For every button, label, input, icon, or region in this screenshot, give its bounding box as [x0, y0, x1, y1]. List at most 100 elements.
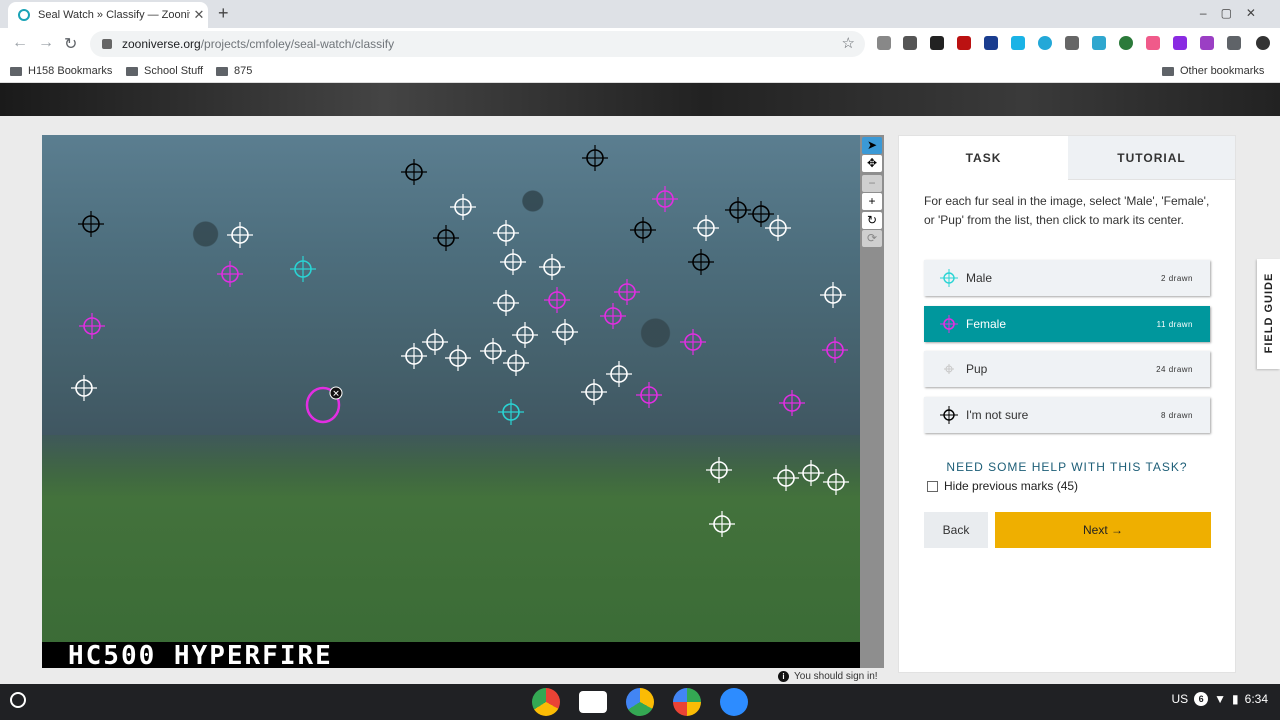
- hide-previous-marks[interactable]: Hide previous marks (45): [927, 479, 1078, 493]
- female-mark[interactable]: [778, 389, 806, 417]
- new-tab-button[interactable]: +: [218, 3, 229, 24]
- delete-mark-icon[interactable]: ✕: [332, 390, 340, 400]
- tab-tutorial[interactable]: TUTORIAL: [1068, 136, 1235, 180]
- extension-icon[interactable]: [1092, 36, 1106, 50]
- female-mark[interactable]: [821, 336, 849, 364]
- marks-layer[interactable]: ✕: [42, 135, 860, 668]
- extension-icon[interactable]: [1173, 36, 1187, 50]
- pup-mark[interactable]: [511, 321, 539, 349]
- address-bar[interactable]: zooniverse.org/projects/cmfoley/seal-wat…: [90, 31, 865, 57]
- selected-female-mark[interactable]: ✕: [305, 386, 343, 424]
- hide-marks-checkbox[interactable]: [927, 480, 938, 492]
- option-not-sure[interactable]: I'm not sure 8 drawn: [924, 397, 1210, 433]
- status-tray[interactable]: US 6 ▼ ▮ 6:34: [1171, 692, 1268, 706]
- female-mark[interactable]: [599, 302, 627, 330]
- tab-task[interactable]: TASK: [899, 136, 1068, 179]
- extension-icon[interactable]: [877, 36, 891, 50]
- female-mark[interactable]: [78, 312, 106, 340]
- pup-mark[interactable]: [764, 214, 792, 242]
- other-bookmarks[interactable]: Other bookmarks: [1162, 65, 1264, 77]
- pup-mark[interactable]: [70, 374, 98, 402]
- pup-mark[interactable]: [580, 378, 608, 406]
- zoom-icon[interactable]: [720, 688, 748, 716]
- extension-icon[interactable]: [1119, 36, 1133, 50]
- pup-mark[interactable]: [692, 214, 720, 242]
- pup-mark[interactable]: [705, 456, 733, 484]
- bookmark-star-icon[interactable]: ☆: [842, 34, 855, 52]
- option-pup[interactable]: Pup 24 drawn: [924, 351, 1210, 387]
- unsure-mark[interactable]: [400, 158, 428, 186]
- extension-icon[interactable]: [1038, 36, 1052, 50]
- window-controls[interactable]: –▢✕: [1200, 6, 1270, 20]
- female-mark[interactable]: [651, 185, 679, 213]
- drive-icon[interactable]: [626, 688, 654, 716]
- pup-mark[interactable]: [822, 468, 850, 496]
- extension-icon[interactable]: [930, 36, 944, 50]
- field-guide-tab[interactable]: FIELD GUIDE: [1257, 259, 1280, 369]
- pup-mark[interactable]: [605, 360, 633, 388]
- unsure-mark[interactable]: [747, 200, 775, 228]
- pup-mark[interactable]: [502, 349, 530, 377]
- pup-mark[interactable]: [400, 342, 428, 370]
- pup-mark[interactable]: [772, 464, 800, 492]
- option-male[interactable]: Male 2 drawn: [924, 260, 1210, 296]
- pup-mark[interactable]: [479, 337, 507, 365]
- option-female[interactable]: Female 11 drawn: [924, 306, 1210, 342]
- extension-icon[interactable]: [957, 36, 971, 50]
- pup-mark[interactable]: [551, 318, 579, 346]
- extension-icon[interactable]: [1065, 36, 1079, 50]
- forward-arrow-icon[interactable]: →: [38, 34, 54, 52]
- bookmark-875[interactable]: 875: [216, 65, 252, 77]
- pup-mark[interactable]: [708, 510, 736, 538]
- back-arrow-icon[interactable]: ←: [12, 34, 28, 52]
- zoom-in-icon[interactable]: +: [862, 193, 882, 210]
- zoom-out-icon[interactable]: −: [862, 175, 882, 192]
- puzzle-icon[interactable]: [1227, 36, 1241, 50]
- unsure-mark[interactable]: [432, 224, 460, 252]
- help-link[interactable]: NEED SOME HELP WITH THIS TASK?: [924, 460, 1210, 474]
- unsure-mark[interactable]: [724, 196, 752, 224]
- pup-mark[interactable]: [226, 221, 254, 249]
- close-tab-icon[interactable]: ✕: [190, 7, 208, 23]
- bookmark-school-stuff[interactable]: School Stuff: [126, 65, 203, 77]
- female-mark[interactable]: [635, 381, 663, 409]
- female-mark[interactable]: [216, 260, 244, 288]
- back-button[interactable]: Back: [924, 512, 988, 548]
- extension-icon[interactable]: [1200, 36, 1214, 50]
- extension-icon[interactable]: [984, 36, 998, 50]
- unsure-mark[interactable]: [77, 210, 105, 238]
- subject-image[interactable]: ✕ HC500 HYPERFIRE: [42, 135, 860, 668]
- profile-avatar[interactable]: [1256, 36, 1270, 50]
- pup-mark[interactable]: [499, 248, 527, 276]
- launcher-icon[interactable]: [10, 692, 26, 708]
- bookmark-h158[interactable]: H158 Bookmarks: [10, 65, 112, 77]
- unsure-mark[interactable]: [581, 144, 609, 172]
- extension-icon[interactable]: [1146, 36, 1160, 50]
- chrome-icon[interactable]: [532, 688, 560, 716]
- female-mark[interactable]: [543, 286, 571, 314]
- pup-mark[interactable]: [492, 289, 520, 317]
- pup-mark[interactable]: [444, 344, 472, 372]
- male-mark[interactable]: [497, 398, 525, 426]
- pup-mark[interactable]: [492, 219, 520, 247]
- unsure-mark[interactable]: [629, 216, 657, 244]
- reset-icon[interactable]: ⟳: [862, 230, 882, 247]
- gmail-icon[interactable]: [579, 691, 607, 713]
- female-mark[interactable]: [613, 278, 641, 306]
- pup-mark[interactable]: [538, 253, 566, 281]
- rotate-icon[interactable]: ↻: [862, 212, 882, 229]
- unsure-mark[interactable]: [687, 248, 715, 276]
- pup-mark[interactable]: [421, 328, 449, 356]
- play-store-icon[interactable]: [673, 688, 701, 716]
- pup-mark[interactable]: [797, 459, 825, 487]
- extension-icon[interactable]: [1011, 36, 1025, 50]
- pup-mark[interactable]: [819, 281, 847, 309]
- next-button[interactable]: Next →: [995, 512, 1211, 548]
- pup-mark[interactable]: [449, 193, 477, 221]
- male-mark[interactable]: [289, 255, 317, 283]
- extension-icon[interactable]: [903, 36, 917, 50]
- pointer-tool-icon[interactable]: ➤: [862, 137, 882, 154]
- reload-icon[interactable]: ↻: [64, 34, 77, 54]
- signin-notice[interactable]: i You should sign in!: [778, 671, 878, 682]
- move-tool-icon[interactable]: ✥: [862, 155, 882, 172]
